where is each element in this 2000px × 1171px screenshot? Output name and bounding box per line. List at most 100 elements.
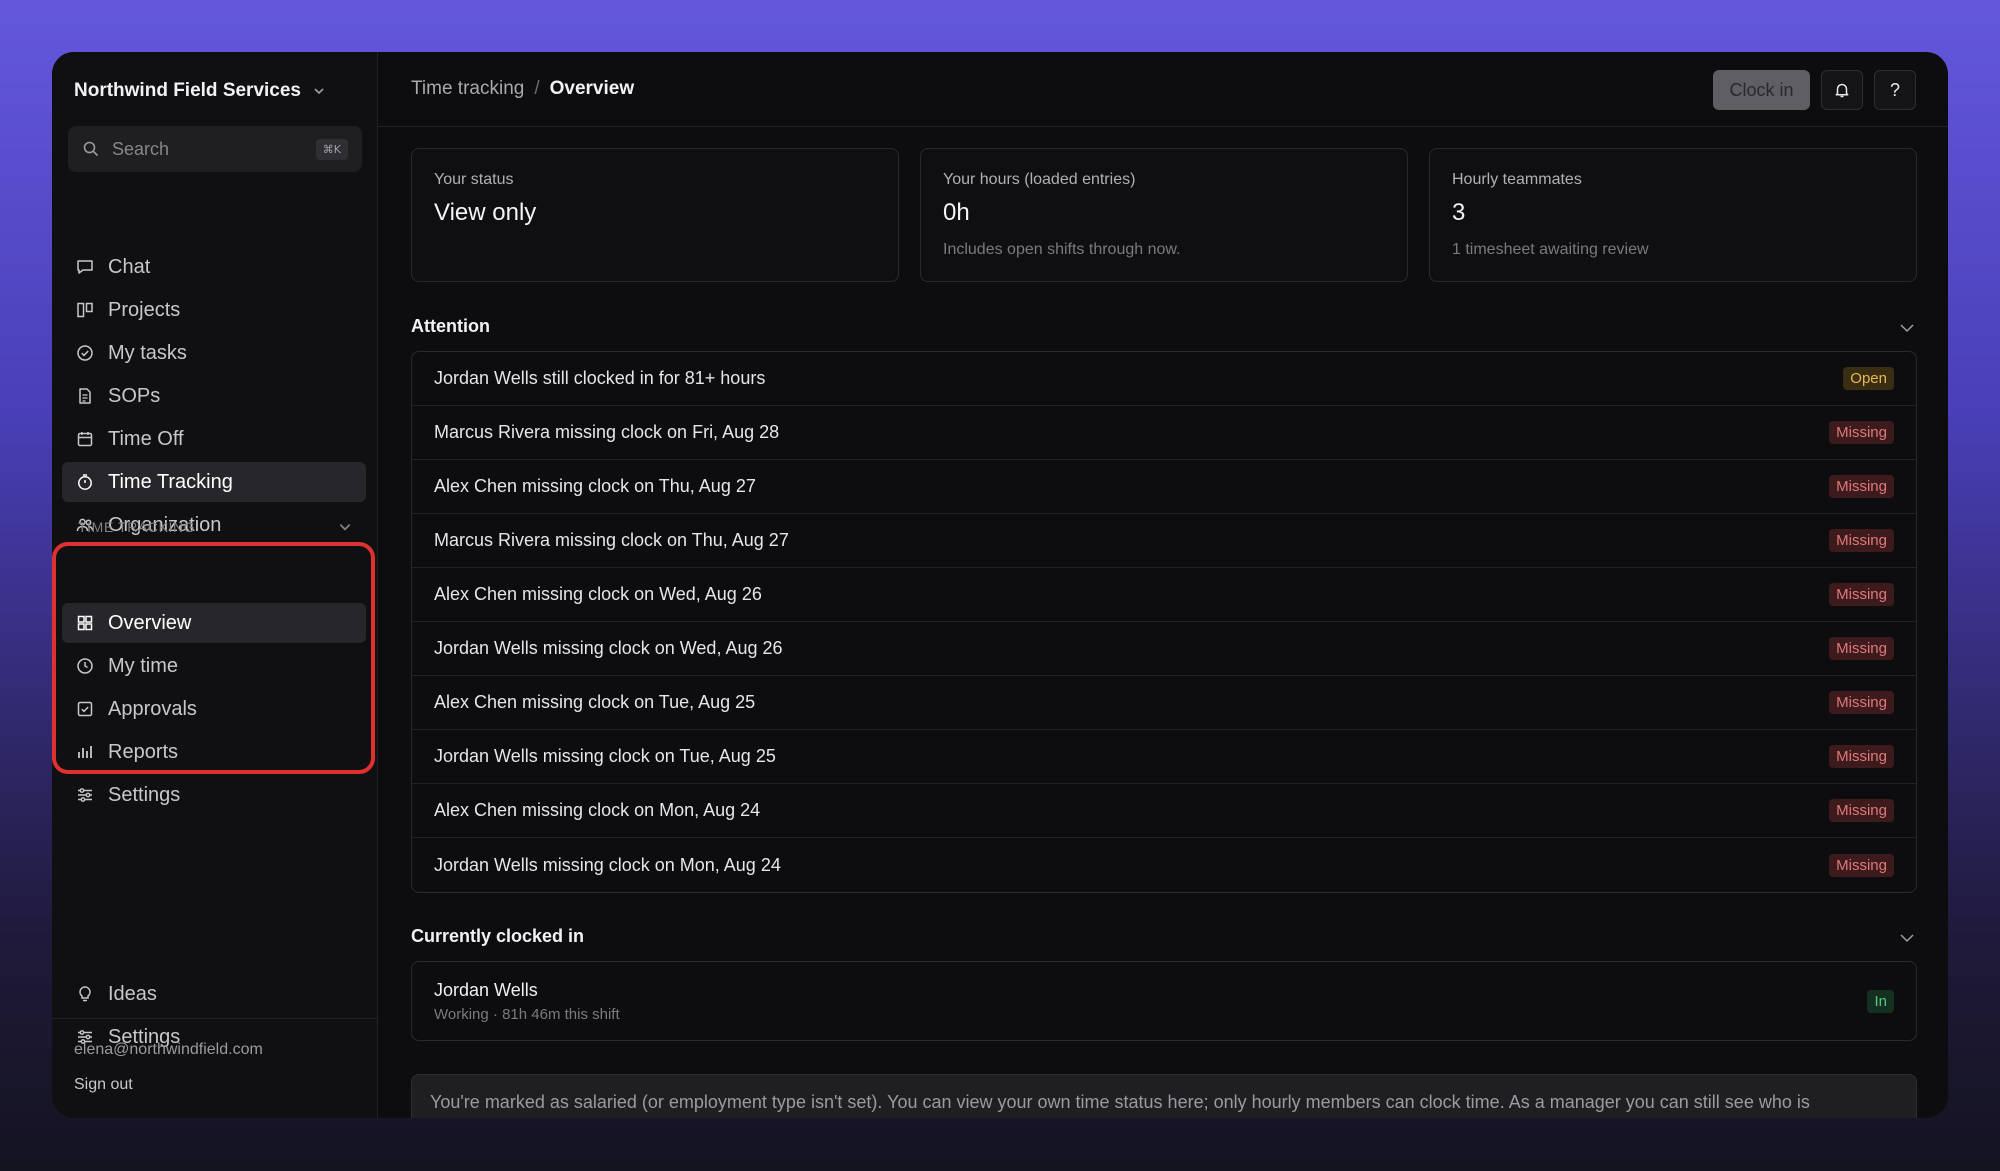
- item-text: Marcus Rivera missing clock on Thu, Aug …: [434, 530, 789, 550]
- check-circle-icon: [77, 345, 93, 361]
- item-text: Alex Chen missing clock on Thu, Aug 27: [434, 476, 756, 496]
- sidebar-item-label: Chat: [108, 255, 151, 278]
- status-badge: Missing: [1829, 475, 1894, 498]
- search-input[interactable]: Search ⌘K: [68, 126, 362, 172]
- attention-title: Attention: [411, 316, 490, 336]
- card-subtext: 1 timesheet awaiting review: [1452, 241, 1649, 258]
- chevron-down-icon[interactable]: [1899, 320, 1915, 336]
- sidebar-item-time-tracking[interactable]: Time Tracking: [62, 462, 366, 502]
- sidebar-item-label: Overview: [108, 611, 192, 634]
- document-icon: [79, 388, 91, 404]
- sidebar-item-label: Ideas: [108, 982, 157, 1005]
- clock-in-button[interactable]: Clock in: [1713, 70, 1810, 110]
- sidebar-item-label: My tasks: [108, 341, 187, 364]
- sidebar-item-projects[interactable]: Projects: [62, 290, 366, 330]
- grid-icon: [77, 615, 93, 631]
- status-badge: Missing: [1829, 583, 1894, 606]
- org-name: Northwind Field Services: [74, 80, 301, 101]
- sidebar-footer: elena@northwindfield.com Sign out: [52, 1018, 377, 1118]
- clocked-in-row[interactable]: Jordan Wells Working · 81h 46m this shif…: [411, 961, 1917, 1041]
- list-item[interactable]: Alex Chen missing clock on Wed, Aug 26 Mi…: [412, 568, 1916, 622]
- status-badge: Missing: [1829, 745, 1894, 768]
- breadcrumb: Time tracking / Overview: [411, 78, 634, 100]
- calendar-icon: [77, 432, 93, 447]
- breadcrumb-separator: /: [534, 78, 540, 99]
- sidebar-item-my-time[interactable]: My time: [62, 646, 366, 686]
- list-item[interactable]: Marcus Rivera missing clock on Thu, Aug …: [412, 514, 1916, 568]
- sign-out-link[interactable]: Sign out: [74, 1076, 133, 1094]
- board-icon: [77, 302, 93, 318]
- status-badge: Missing: [1829, 637, 1894, 660]
- user-email: elena@northwindfield.com: [74, 1041, 263, 1058]
- sidebar-item-overview[interactable]: Overview: [62, 603, 366, 643]
- sidebar-item-label: Time Tracking: [108, 470, 233, 493]
- sidebar-item-label: Reports: [108, 740, 179, 763]
- clocked-in-title: Currently clocked in: [411, 926, 585, 946]
- item-text: Jordan Wells missing clock on Tue, Aug 2…: [434, 746, 776, 766]
- org-switcher[interactable]: Northwind Field Services: [74, 80, 325, 102]
- app-window: Northwind Field Services Search ⌘K Chat …: [52, 52, 1948, 1118]
- list-item[interactable]: Alex Chen missing clock on Tue, Aug 25 Mi…: [412, 676, 1916, 730]
- section-header-time-tracking[interactable]: TIME TRACKING: [78, 519, 352, 535]
- status-badge: Missing: [1829, 529, 1894, 552]
- sidebar-item-tt-settings[interactable]: Settings: [62, 775, 366, 815]
- sidebar-item-reports[interactable]: Reports: [62, 732, 366, 772]
- item-text: Jordan Wells missing clock on Mon, Aug 2…: [434, 854, 781, 875]
- sidebar-item-label: Settings: [108, 783, 181, 806]
- sidebar-item-label: My time: [108, 654, 178, 677]
- sidebar-item-ideas[interactable]: Ideas: [62, 974, 366, 1014]
- sidebar-item-chat[interactable]: Chat: [62, 247, 366, 287]
- sidebar: Northwind Field Services Search ⌘K Chat …: [52, 52, 378, 1118]
- stopwatch-icon: [78, 474, 92, 490]
- card-subtext: Includes open shifts through now.: [943, 241, 1181, 258]
- member-name: Jordan Wells: [434, 979, 538, 1000]
- card-value: View only: [434, 199, 537, 226]
- sidebar-item-label: Time Off: [108, 427, 184, 450]
- card-label: Your hours (loaded entries): [943, 171, 1136, 188]
- chevron-down-icon[interactable]: [1899, 930, 1915, 946]
- status-badge: Missing: [1829, 421, 1894, 444]
- sidebar-item-approvals[interactable]: Approvals: [62, 689, 366, 729]
- item-text: Jordan Wells missing clock on Wed, Aug 2…: [434, 638, 783, 658]
- status-badge: Missing: [1829, 691, 1894, 714]
- card-value: 0h: [943, 199, 970, 226]
- card-label: Your status: [434, 171, 514, 188]
- chevron-down-icon: [339, 524, 351, 531]
- list-item[interactable]: Marcus Rivera missing clock on Fri, Aug …: [412, 406, 1916, 460]
- sliders-icon: [78, 788, 92, 802]
- bar-chart-icon: [78, 746, 92, 758]
- sidebar-item-my-tasks[interactable]: My tasks: [62, 333, 366, 373]
- help-button[interactable]: ?: [1874, 70, 1916, 110]
- status-card: Your status View only: [411, 148, 899, 282]
- sidebar-item-label: Approvals: [108, 697, 197, 720]
- item-text: Alex Chen missing clock on Mon, Aug 24: [434, 800, 761, 820]
- page-title: Overview: [549, 78, 635, 99]
- status-badge: Open: [1843, 367, 1894, 390]
- card-label: Hourly teammates: [1452, 171, 1582, 188]
- salaried-notice: You're marked as salaried (or employment…: [411, 1074, 1917, 1118]
- chat-icon: [77, 260, 93, 274]
- bell-icon: [1835, 83, 1849, 98]
- card-value: 3: [1452, 199, 1466, 226]
- list-item[interactable]: Jordan Wells missing clock on Mon, Aug 2…: [412, 838, 1916, 892]
- lightbulb-icon: [79, 986, 91, 1002]
- notifications-button[interactable]: [1821, 70, 1863, 110]
- item-text: Alex Chen missing clock on Wed, Aug 26: [434, 584, 762, 604]
- breadcrumb-parent[interactable]: Time tracking: [411, 78, 524, 100]
- list-item[interactable]: Jordan Wells still clocked in for 81+ ho…: [412, 352, 1916, 406]
- list-item[interactable]: Jordan Wells missing clock on Wed, Aug 2…: [412, 622, 1916, 676]
- search-placeholder: Search: [112, 138, 170, 159]
- item-text: Alex Chen missing clock on Tue, Aug 25: [434, 692, 756, 712]
- checkbox-icon: [77, 701, 93, 717]
- attention-list: Jordan Wells still clocked in for 81+ ho…: [411, 351, 1917, 893]
- sidebar-item-time-off[interactable]: Time Off: [62, 419, 366, 459]
- list-item[interactable]: Alex Chen missing clock on Thu, Aug 27 Mi…: [412, 460, 1916, 514]
- sidebar-item-label: SOPs: [108, 384, 161, 407]
- status-badge: Missing: [1829, 799, 1894, 822]
- list-item[interactable]: Alex Chen missing clock on Mon, Aug 24 Mi…: [412, 784, 1916, 838]
- item-text: Marcus Rivera missing clock on Fri, Aug …: [434, 422, 780, 442]
- list-item[interactable]: Jordan Wells missing clock on Tue, Aug 2…: [412, 730, 1916, 784]
- status-badge: Missing: [1829, 853, 1894, 877]
- sidebar-item-sops[interactable]: SOPs: [62, 376, 366, 416]
- status-badge: In: [1867, 989, 1894, 1013]
